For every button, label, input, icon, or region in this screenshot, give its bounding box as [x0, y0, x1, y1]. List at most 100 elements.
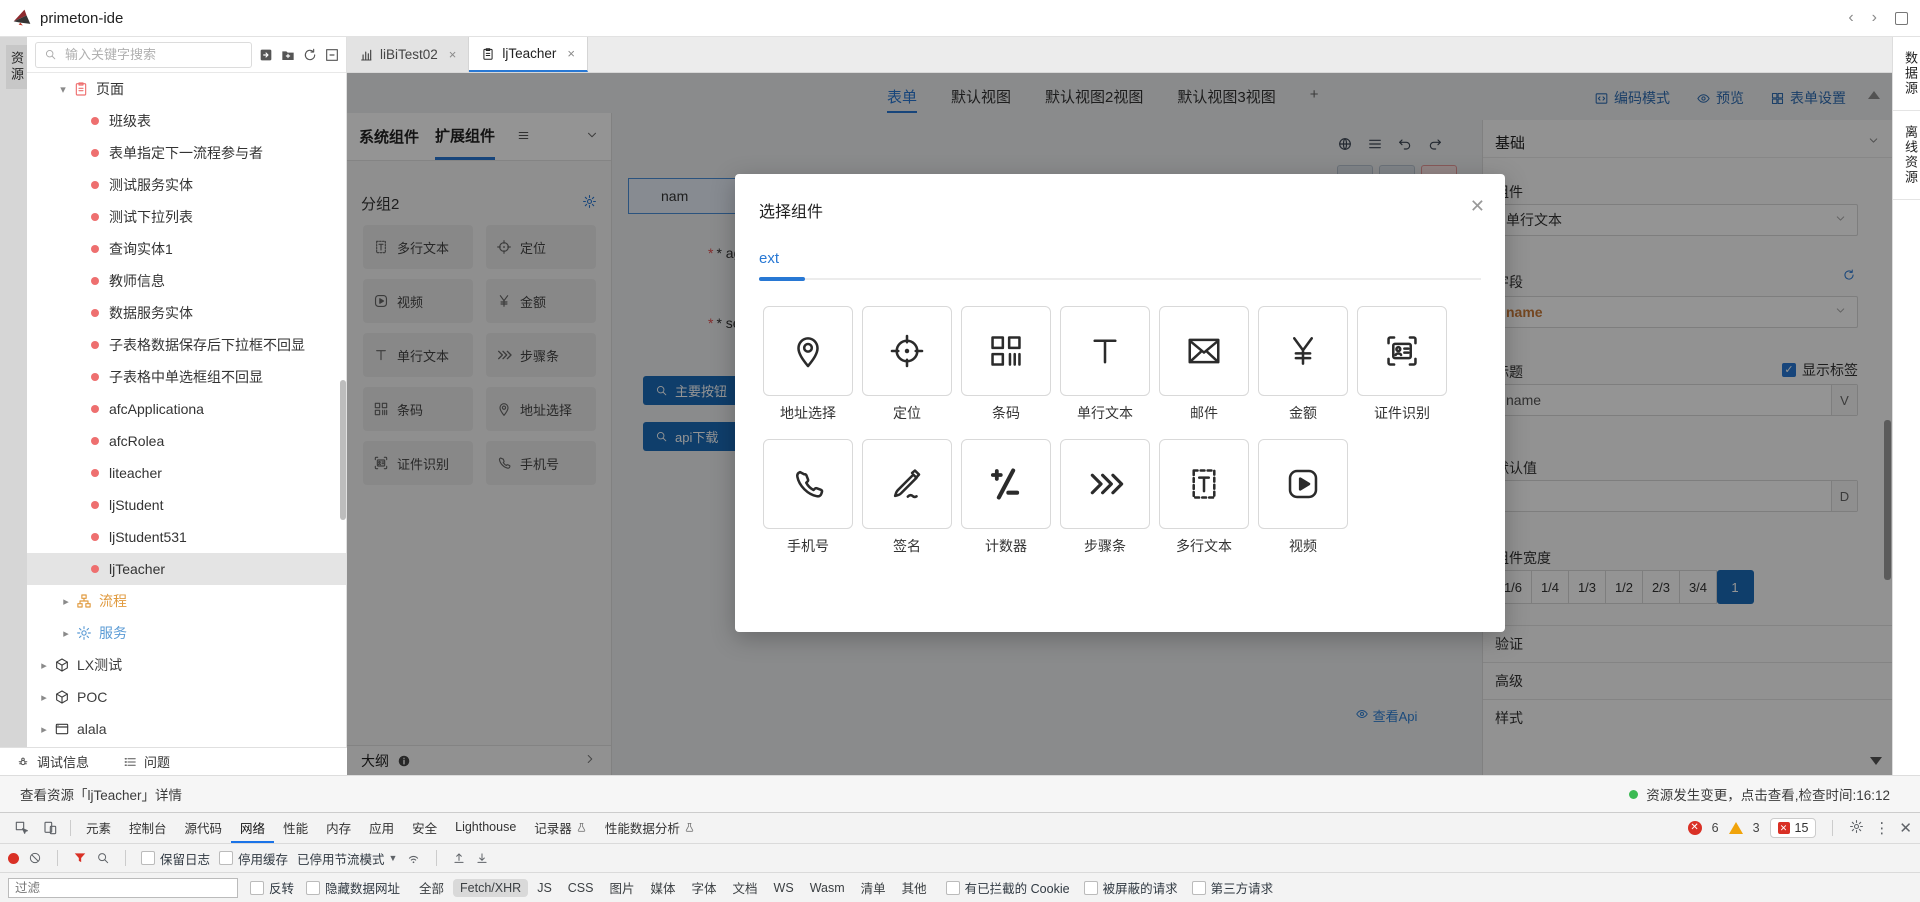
- tree-node-pages[interactable]: ▾ 页面: [27, 73, 346, 105]
- devtools-tab[interactable]: 内存: [317, 813, 360, 843]
- modal-component-item[interactable]: 签名: [862, 439, 952, 556]
- bottom-tab[interactable]: 问题: [123, 752, 170, 771]
- extra-filter-checkbox[interactable]: 有已拦截的 Cookie: [946, 878, 1070, 897]
- modal-component-card[interactable]: [1357, 306, 1447, 396]
- hide-data-urls-checkbox[interactable]: 隐藏数据网址: [306, 878, 400, 897]
- tree-item-page[interactable]: 测试服务实体: [27, 169, 346, 201]
- devtools-close-icon[interactable]: ✕: [1899, 819, 1912, 837]
- network-search-icon[interactable]: [96, 851, 110, 865]
- checkbox-icon[interactable]: [250, 881, 264, 895]
- tree-item-page[interactable]: ljStudent: [27, 489, 346, 521]
- devtools-tab[interactable]: 性能数据分析: [596, 813, 704, 843]
- dock-tab[interactable]: 离线资源: [1893, 111, 1920, 200]
- devtools-tab[interactable]: 源代码: [176, 813, 232, 843]
- search-box[interactable]: [35, 42, 252, 68]
- preserve-log-checkbox[interactable]: 保留日志: [141, 849, 210, 868]
- dock-tab[interactable]: 数据源: [1893, 37, 1920, 111]
- export-har-icon[interactable]: [475, 851, 489, 865]
- history-back-icon[interactable]: ‹: [1848, 9, 1853, 27]
- tree-item-page[interactable]: ljTeacher: [27, 553, 346, 585]
- throttling-select[interactable]: 已停用节流模式▼: [297, 849, 397, 868]
- tree-item-page[interactable]: afcApplicationa: [27, 393, 346, 425]
- request-type-chip[interactable]: CSS: [561, 879, 601, 897]
- request-type-chip[interactable]: 其他: [895, 876, 934, 899]
- tree-item-page[interactable]: 查询实体1: [27, 233, 346, 265]
- tree-item-section[interactable]: ▸ 流程: [27, 585, 346, 617]
- disable-cache-checkbox[interactable]: 停用缓存: [219, 849, 288, 868]
- network-filter-input[interactable]: [8, 878, 238, 898]
- modal-component-item[interactable]: 条码: [961, 306, 1051, 423]
- modal-component-item[interactable]: 地址选择: [763, 306, 853, 423]
- tree-item-page[interactable]: 测试下拉列表: [27, 201, 346, 233]
- modal-component-item[interactable]: 步骤条: [1060, 439, 1150, 556]
- status-right[interactable]: 资源发生变更，点击查看,检查时间:16:12: [1629, 784, 1890, 804]
- collapsed-arrow-icon[interactable]: ▸: [36, 723, 52, 736]
- close-tab-icon[interactable]: ×: [449, 47, 457, 62]
- search-input[interactable]: [63, 46, 243, 63]
- modal-tab-ext[interactable]: ext: [759, 250, 779, 267]
- devtools-tab[interactable]: 安全: [403, 813, 446, 843]
- filter-funnel-icon[interactable]: [73, 851, 87, 865]
- request-type-chip[interactable]: 清单: [854, 876, 893, 899]
- checkbox-icon[interactable]: [219, 851, 233, 865]
- modal-component-card[interactable]: [961, 306, 1051, 396]
- expand-arrow-icon[interactable]: ▾: [55, 83, 71, 96]
- checkbox-icon[interactable]: [946, 881, 960, 895]
- warning-count[interactable]: 3: [1753, 821, 1760, 835]
- tree-item-app[interactable]: ▸ alala: [27, 713, 346, 745]
- modal-component-card[interactable]: [1060, 439, 1150, 529]
- collapsed-arrow-icon[interactable]: ▸: [58, 627, 74, 640]
- checkbox-icon[interactable]: [1192, 881, 1206, 895]
- tree-item-page[interactable]: afcRolea: [27, 425, 346, 457]
- modal-component-item[interactable]: 视频: [1258, 439, 1348, 556]
- request-type-chip[interactable]: Fetch/XHR: [453, 879, 528, 897]
- device-toolbar-icon[interactable]: [42, 820, 58, 836]
- devtools-tab[interactable]: 元素: [77, 813, 120, 843]
- modal-component-card[interactable]: [1258, 306, 1348, 396]
- issues-button[interactable]: ✕ 15: [1770, 818, 1817, 838]
- modal-component-card[interactable]: [1060, 306, 1150, 396]
- devtools-tab[interactable]: 控制台: [120, 813, 176, 843]
- modal-component-item[interactable]: 手机号: [763, 439, 853, 556]
- request-type-chip[interactable]: 字体: [685, 876, 724, 899]
- tree-item-page[interactable]: 数据服务实体: [27, 297, 346, 329]
- record-icon[interactable]: [8, 853, 19, 864]
- request-type-chip[interactable]: 媒体: [644, 876, 683, 899]
- tree-item-page[interactable]: 教师信息: [27, 265, 346, 297]
- tree-item-page[interactable]: 子表格中单选框组不回显: [27, 361, 346, 393]
- extra-filter-checkbox[interactable]: 被屏蔽的请求: [1084, 878, 1178, 897]
- refresh-icon[interactable]: [302, 47, 318, 63]
- error-count[interactable]: 6: [1712, 821, 1719, 835]
- tree-item-page[interactable]: 表单指定下一流程参与者: [27, 137, 346, 169]
- network-conditions-icon[interactable]: [406, 851, 421, 866]
- collapsed-arrow-icon[interactable]: ▸: [36, 659, 52, 672]
- invert-checkbox[interactable]: 反转: [250, 878, 294, 897]
- devtools-tab[interactable]: 性能: [274, 813, 317, 843]
- tree-item-page[interactable]: liteacher: [27, 457, 346, 489]
- import-har-icon[interactable]: [452, 851, 466, 865]
- request-type-chip[interactable]: Wasm: [803, 879, 852, 897]
- extra-filter-checkbox[interactable]: 第三方请求: [1192, 878, 1274, 897]
- activity-tab-resources[interactable]: 资源: [6, 45, 27, 89]
- collapse-all-icon[interactable]: [324, 47, 340, 63]
- request-type-chip[interactable]: 全部: [412, 876, 451, 899]
- modal-component-card[interactable]: [1258, 439, 1348, 529]
- tree-item-app[interactable]: ▸ POC: [27, 681, 346, 713]
- modal-component-card[interactable]: [763, 439, 853, 529]
- modal-component-item[interactable]: 定位: [862, 306, 952, 423]
- modal-component-item[interactable]: 多行文本: [1159, 439, 1249, 556]
- tree-item-page[interactable]: 班级表: [27, 105, 346, 137]
- status-left-text[interactable]: 查看资源「ljTeacher」详情: [20, 784, 182, 804]
- tree-item-section[interactable]: ▸ 服务: [27, 617, 346, 649]
- document-tab[interactable]: liBiTest02 ×: [347, 37, 469, 72]
- tree-item-app[interactable]: ▸ LX测试: [27, 649, 346, 681]
- checkbox-icon[interactable]: [1084, 881, 1098, 895]
- devtools-tab[interactable]: 应用: [360, 813, 403, 843]
- request-type-chip[interactable]: WS: [767, 879, 801, 897]
- kebab-menu-icon[interactable]: ⋮: [1874, 819, 1889, 837]
- modal-component-item[interactable]: 证件识别: [1357, 306, 1447, 423]
- modal-component-card[interactable]: [961, 439, 1051, 529]
- modal-component-item[interactable]: 单行文本: [1060, 306, 1150, 423]
- modal-component-card[interactable]: [862, 439, 952, 529]
- tree-scrollbar[interactable]: [340, 380, 346, 520]
